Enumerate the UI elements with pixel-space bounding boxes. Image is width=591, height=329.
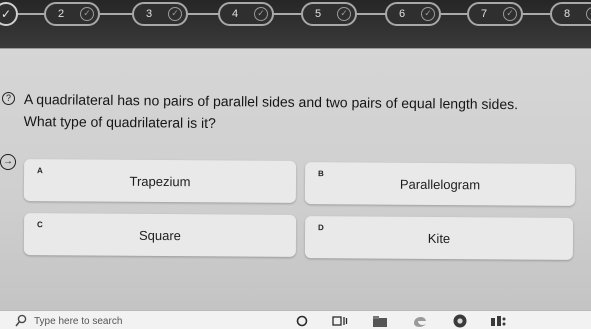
step-number: 5 xyxy=(315,8,322,20)
option-label: Kite xyxy=(427,230,451,246)
circle-icon[interactable] xyxy=(296,314,308,328)
search-icon[interactable] xyxy=(15,314,27,328)
step-number: 7 xyxy=(481,8,488,20)
step-number: 6 xyxy=(399,8,406,20)
answer-option-a[interactable]: A Trapezium xyxy=(23,159,297,203)
step-8[interactable]: 8 ✓ xyxy=(550,2,591,26)
header-divider xyxy=(0,48,591,49)
option-label: Parallelogram xyxy=(399,176,481,192)
step-number: 4 xyxy=(232,8,239,20)
check-icon: ✓ xyxy=(503,7,517,21)
step-6[interactable]: 6 ✓ xyxy=(385,2,441,26)
step-number: 3 xyxy=(146,8,153,20)
option-label: Square xyxy=(138,227,182,243)
step-7[interactable]: 7 ✓ xyxy=(467,2,523,26)
step-4[interactable]: 4 ✓ xyxy=(218,2,274,26)
step-1-completed[interactable]: ✓ xyxy=(0,2,18,26)
arrow-right-icon[interactable]: → xyxy=(0,154,16,170)
check-icon: ✓ xyxy=(254,7,268,21)
step-number: 2 xyxy=(58,8,65,20)
answer-option-d[interactable]: D Kite xyxy=(304,216,574,260)
step-3[interactable]: 3 ✓ xyxy=(132,2,188,26)
chrome-icon[interactable] xyxy=(452,314,468,328)
option-label: Trapezium xyxy=(129,173,191,189)
check-icon: ✓ xyxy=(80,7,94,21)
check-icon: ✓ xyxy=(0,7,12,21)
check-icon: ✓ xyxy=(421,7,435,21)
answer-option-c[interactable]: C Square xyxy=(23,213,297,257)
question-icon: ? xyxy=(2,92,15,105)
edge-icon[interactable] xyxy=(412,314,428,328)
answer-option-b[interactable]: B Parallelogram xyxy=(304,162,576,206)
question-text: A quadrilateral has no pairs of parallel… xyxy=(24,88,579,138)
quiz-screen: ✓ 2 ✓ 3 ✓ 4 ✓ 5 ✓ 6 ✓ 7 ✓ 8 ✓ xyxy=(0,0,591,329)
network-icon[interactable] xyxy=(490,314,508,328)
question-stepper: ✓ 2 ✓ 3 ✓ 4 ✓ 5 ✓ 6 ✓ 7 ✓ 8 ✓ xyxy=(0,0,591,48)
check-icon: ✓ xyxy=(337,7,351,21)
file-explorer-icon[interactable] xyxy=(372,314,388,328)
check-icon: ✓ xyxy=(586,7,591,21)
step-5[interactable]: 5 ✓ xyxy=(301,2,357,26)
check-icon: ✓ xyxy=(168,7,182,21)
taskbar: Type here to search xyxy=(0,310,591,329)
taskbar-search-input[interactable]: Type here to search xyxy=(34,316,122,327)
step-2[interactable]: 2 ✓ xyxy=(44,2,100,26)
task-view-icon[interactable] xyxy=(332,314,348,328)
step-number: 8 xyxy=(564,8,571,20)
